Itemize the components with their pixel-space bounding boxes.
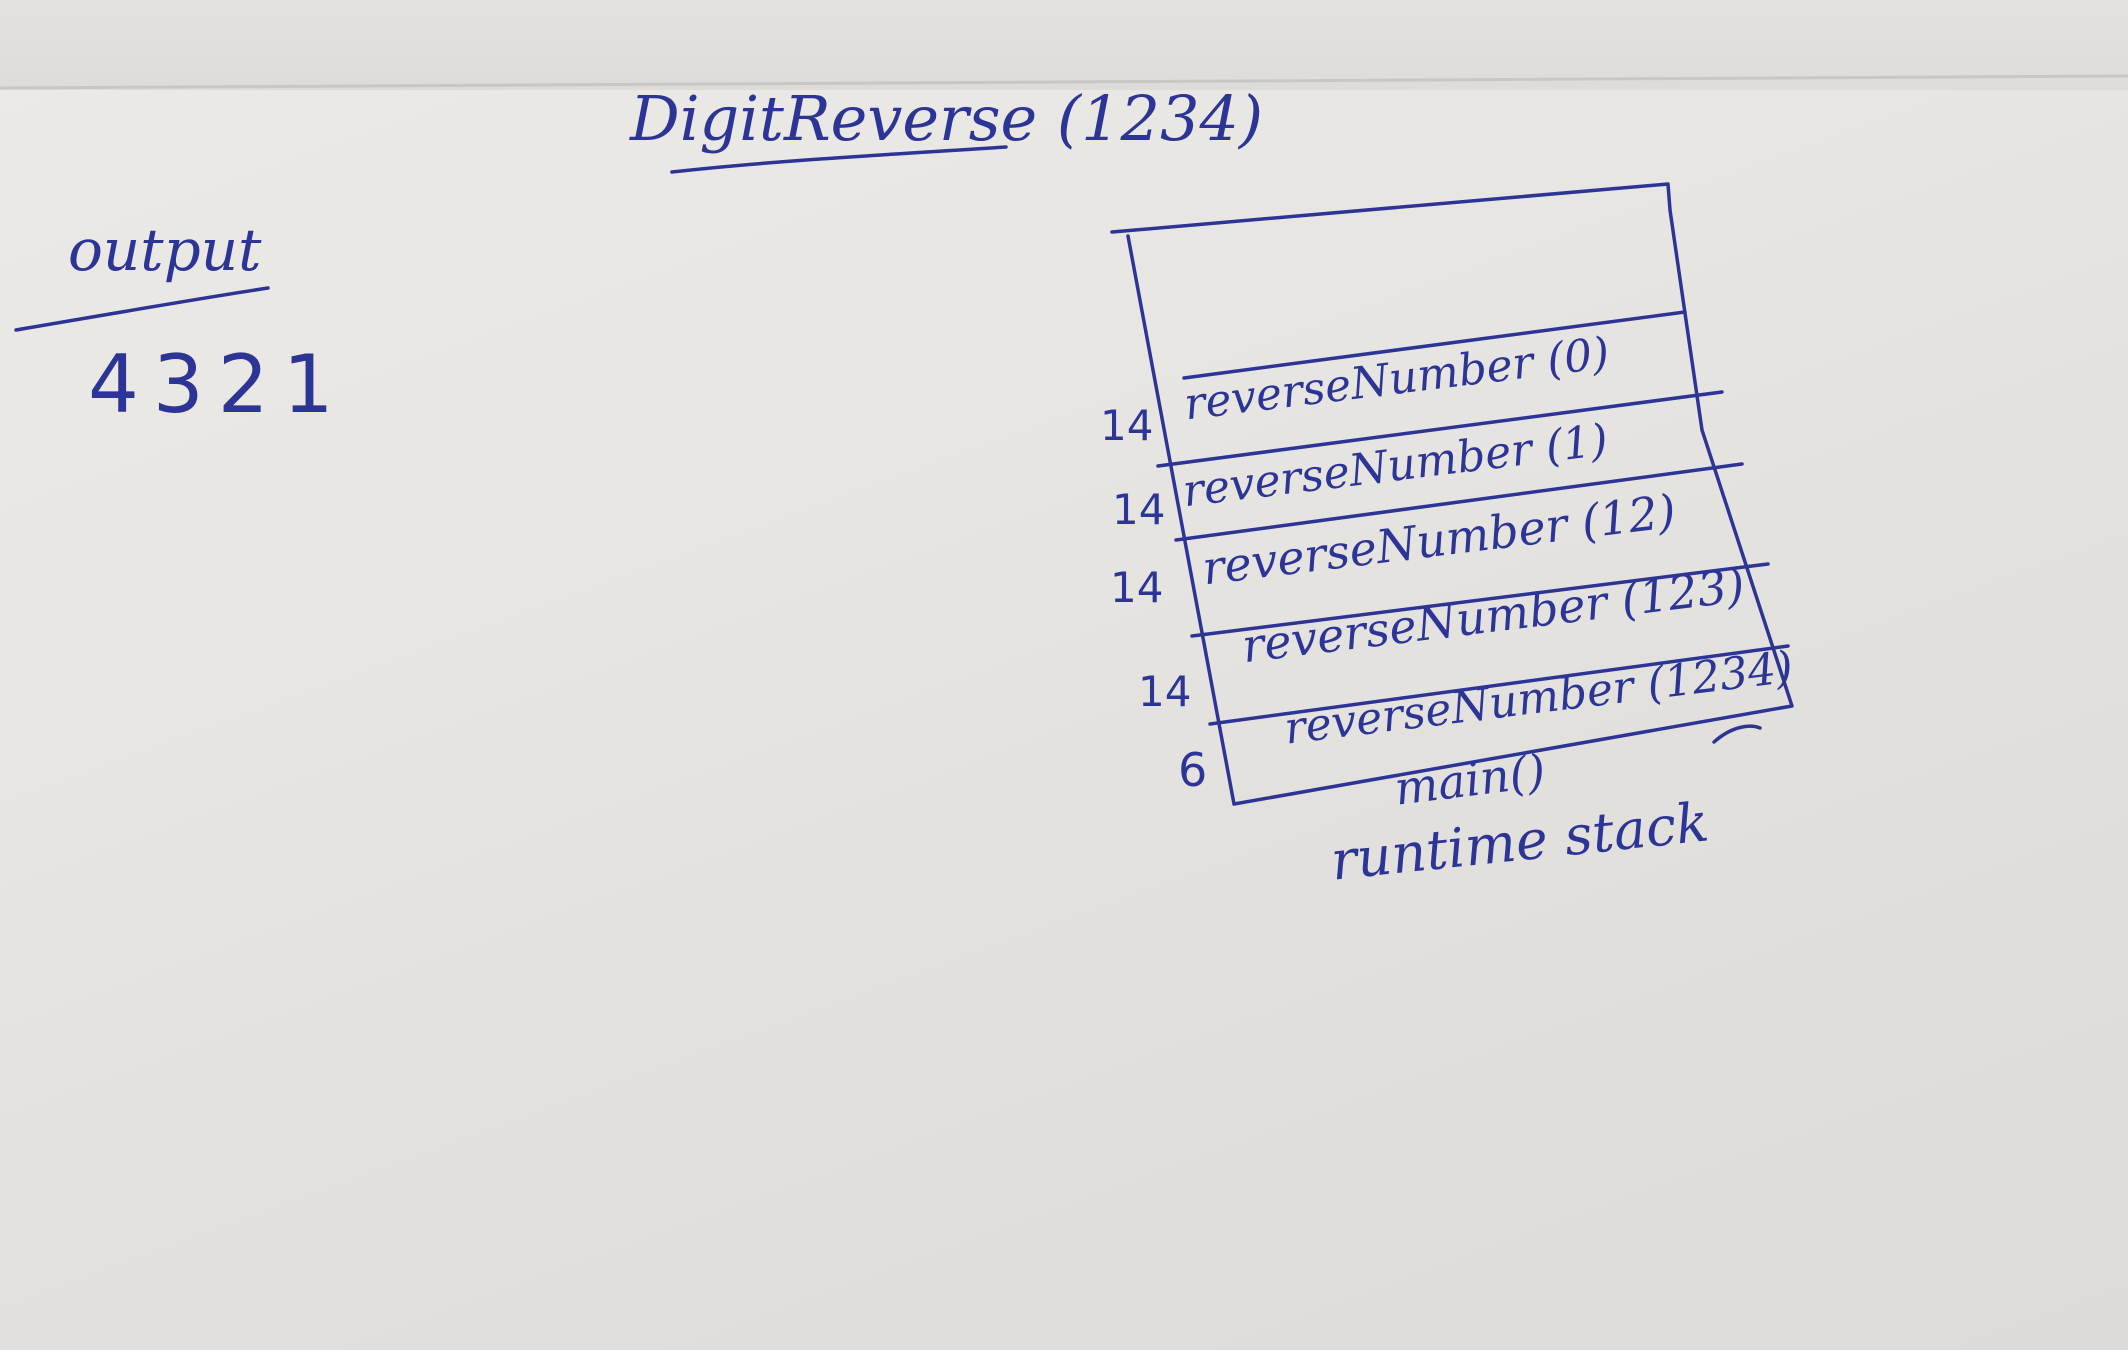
stack-line-number: 14 xyxy=(1138,667,1191,716)
paper-sheet: DigitReverse (1234) output 4321 reverseN… xyxy=(0,0,2128,1350)
stack-line-number: 14 xyxy=(1100,401,1153,450)
stack-line-number: 14 xyxy=(1110,563,1163,612)
stack-frame-label: main() xyxy=(1392,744,1549,816)
output-divider xyxy=(14,286,270,332)
stack-line-number: 14 xyxy=(1112,485,1165,534)
diagram-title: DigitReverse (1234) xyxy=(629,82,1263,155)
output-value: 4321 xyxy=(88,338,348,431)
handwritten-notes: DigitReverse (1234) output 4321 reverseN… xyxy=(0,74,2128,893)
stack-caption: runtime stack xyxy=(1328,790,1712,892)
stack-line-number: 6 xyxy=(1178,743,1207,797)
output-label: output xyxy=(68,216,262,284)
